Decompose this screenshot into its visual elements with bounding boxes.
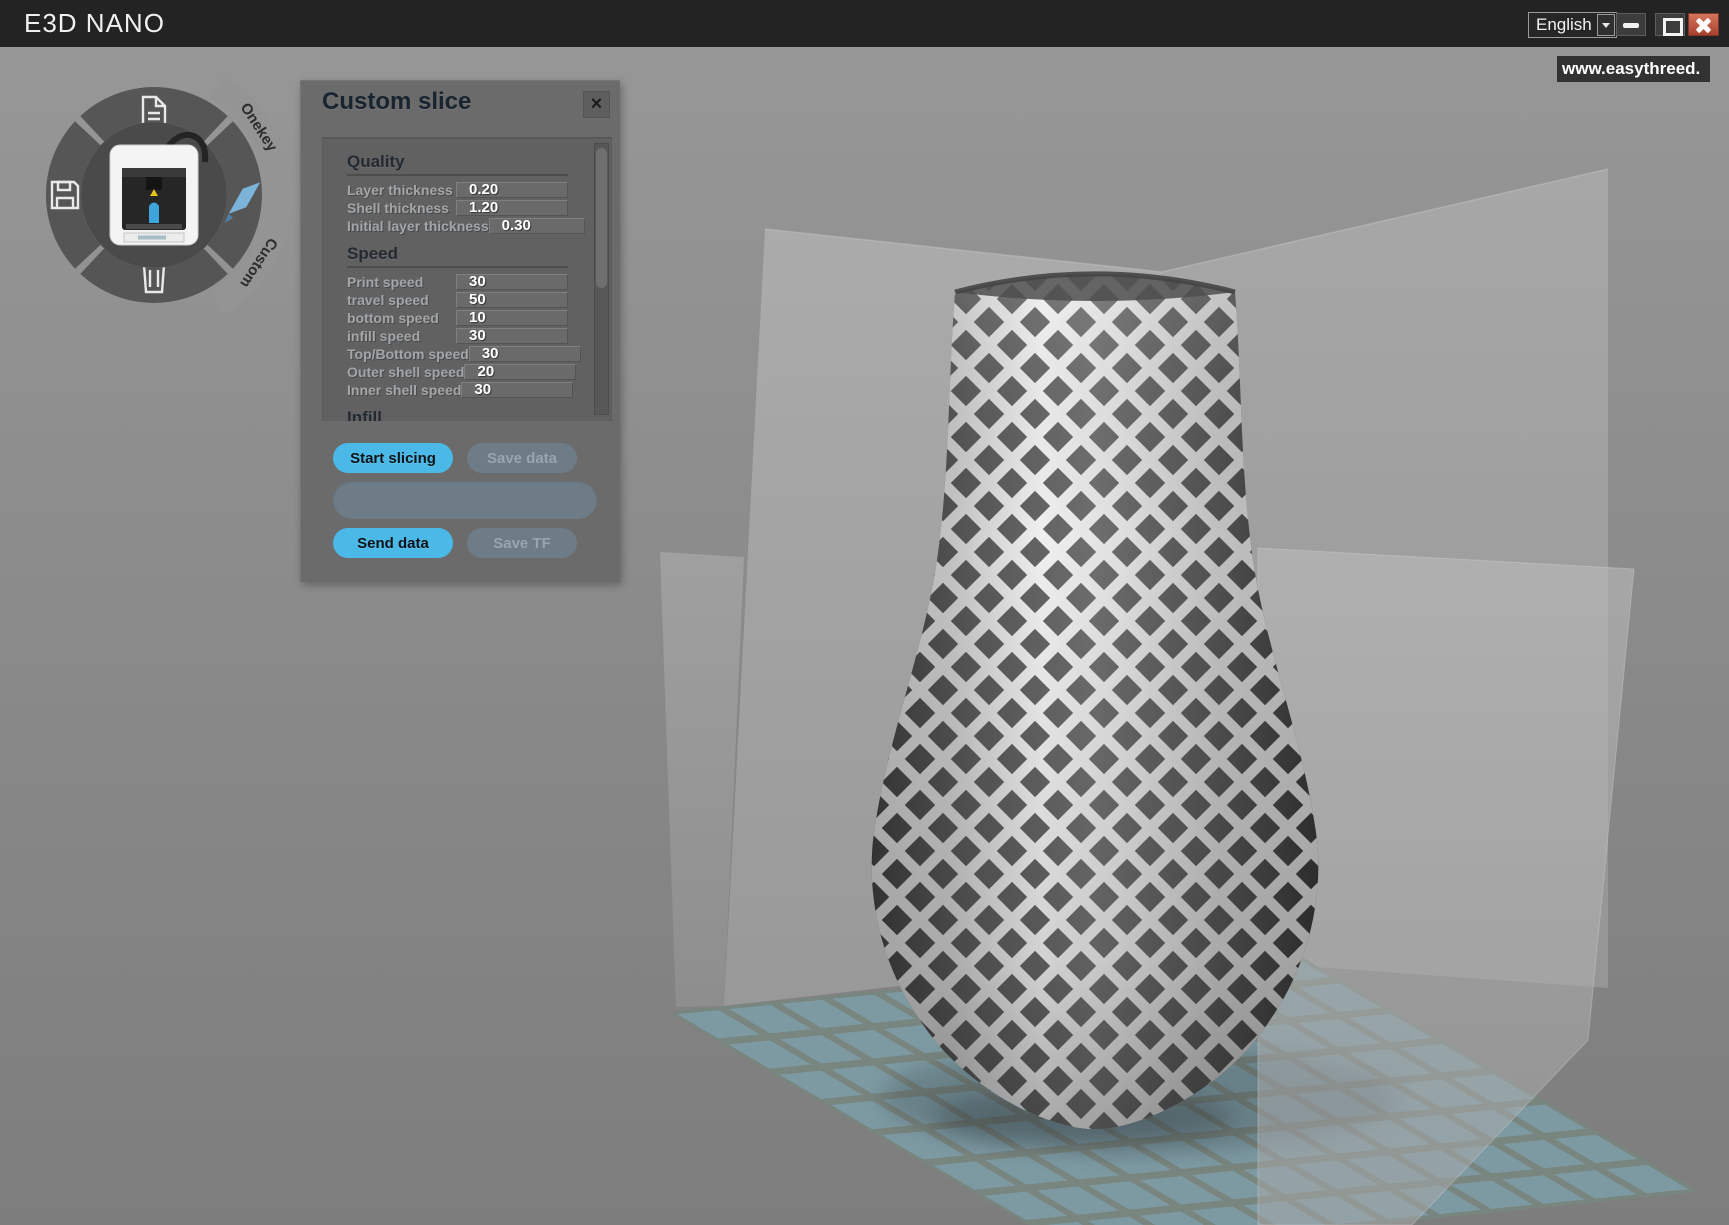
save-data-button[interactable]: Save data [467,443,577,473]
param-label: Layer thickness [347,182,456,198]
printer-image[interactable] [81,122,227,268]
section-header-speed: Speed [347,243,568,264]
param-label: Top/Bottom speed [347,346,469,362]
watermark: www.easythreed. [1557,56,1710,82]
language-selected-value: English [1529,15,1597,35]
layer-thickness-field[interactable]: 0.20 [456,182,568,198]
param-row: Initial layer thickness 0.30 [347,217,568,235]
maximize-icon [1663,18,1683,36]
minimize-icon [1623,23,1639,28]
param-label: Inner shell speed [347,382,461,398]
travel-speed-field[interactable]: 50 [456,292,568,308]
inner-shell-speed-field[interactable]: 30 [461,382,573,398]
param-label: Outer shell speed [347,364,464,380]
param-label: Shell thickness [347,200,456,216]
param-label: Initial layer thickness [347,218,489,234]
param-label: Print speed [347,274,456,290]
section-divider [347,266,568,268]
print-speed-field[interactable]: 30 [456,274,568,290]
slice-parameters-panel: Quality Layer thickness 0.20 Shell thick… [322,137,612,421]
param-row: Outer shell speed 20 [347,363,568,381]
param-row: Top/Bottom speed 30 [347,345,568,363]
language-select[interactable]: English [1528,12,1617,38]
param-row: Print speed 30 [347,273,568,291]
section-divider [347,174,568,176]
maximize-button[interactable] [1655,13,1685,36]
top-bottom-speed-field[interactable]: 30 [469,346,581,362]
app-window: Onekey Custom [0,0,1729,1225]
params-scrollbar[interactable] [594,143,609,415]
minimize-button[interactable] [1616,13,1646,36]
start-slicing-button[interactable]: Start slicing [333,443,453,473]
shell-thickness-field[interactable]: 1.20 [456,200,568,216]
chevron-down-icon[interactable] [1597,14,1615,36]
initial-layer-thickness-field[interactable]: 0.30 [489,218,585,234]
infill-speed-field[interactable]: 30 [456,328,568,344]
section-header-infill: Infill [347,407,568,421]
param-row: bottom speed 10 [347,309,568,327]
param-row: Inner shell speed 30 [347,381,568,399]
param-label: travel speed [347,292,456,308]
param-row: infill speed 30 [347,327,568,345]
param-row: travel speed 50 [347,291,568,309]
param-row: Layer thickness 0.20 [347,181,568,199]
save-tf-button[interactable]: Save TF [467,528,577,558]
viewport-3d[interactable]: Onekey Custom [0,0,1729,1225]
dialog-title: Custom slice [322,88,471,116]
param-label: bottom speed [347,310,456,326]
bottom-speed-field[interactable]: 10 [456,310,568,326]
scrollbar-thumb[interactable] [596,148,607,288]
custom-slice-dialog: Custom slice × Quality Layer thickness 0… [300,80,620,582]
slicing-progress-bar [333,481,597,519]
param-row: Shell thickness 1.20 [347,199,568,217]
app-title: E3D NANO [24,8,165,39]
title-bar: E3D NANO English [0,0,1729,47]
section-header-quality: Quality [347,151,568,172]
send-data-button[interactable]: Send data [333,528,453,558]
close-button[interactable] [1688,13,1719,36]
outer-shell-speed-field[interactable]: 20 [464,364,576,380]
dialog-close-button[interactable]: × [583,91,610,118]
param-label: infill speed [347,328,456,344]
